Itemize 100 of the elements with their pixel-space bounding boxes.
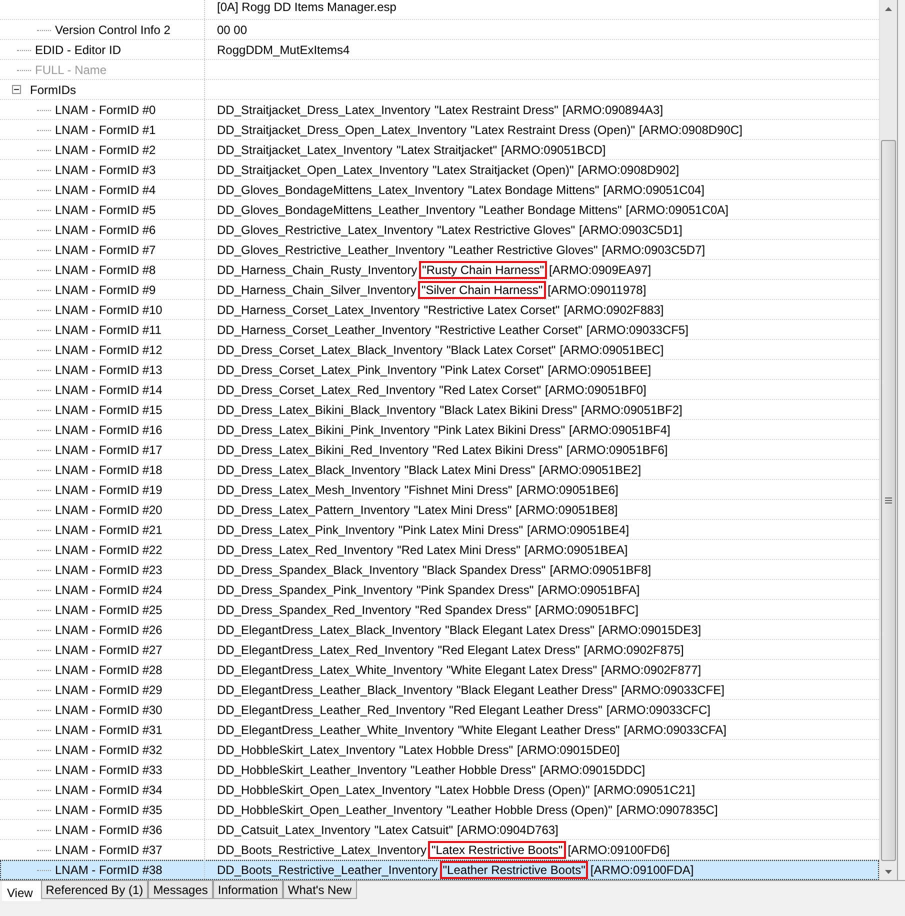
editor-id: DD_Straitjacket_Open_Latex_Inventory [217, 162, 428, 176]
field-label: LNAM - FormID #17 [55, 442, 162, 456]
tree-row[interactable]: LNAM - FormID #35 DD_HobbleSkirt_Open_Leather_Inventory "Leather Hobble Dress (Open)" [ARMO:0907835C] [0, 800, 879, 820]
field-label: LNAM - FormID #23 [55, 562, 162, 576]
tree-row[interactable]: LNAM - FormID #15 DD_Dress_Latex_Bikini_Black_Inventory "Black Latex Bikini Dress" [ARMO:09051BF2] [0, 400, 879, 420]
field-label: LNAM - FormID #33 [55, 762, 162, 776]
tree-row[interactable]: LNAM - FormID #3 DD_Straitjacket_Open_Latex_Inventory "Latex Straitjacket (Open)" [ARMO:0908D902] [0, 160, 879, 180]
item-name: "Leather Restrictive Gloves" [448, 242, 598, 256]
form-reference: [ARMO:09051BE8] [516, 502, 618, 516]
field-label: FormIDs [30, 82, 76, 96]
item-name: "Black Elegant Latex Dress" [445, 622, 594, 636]
tree-row[interactable]: LNAM - FormID #6 DD_Gloves_Restrictive_Latex_Inventory "Latex Restrictive Gloves" [ARMO:0903C5D1] [0, 220, 879, 240]
collapse-icon[interactable] [12, 85, 21, 94]
field-label: LNAM - FormID #16 [55, 422, 162, 436]
tree-row[interactable]: LNAM - FormID #28 DD_ElegantDress_Latex_White_Inventory "White Elegant Latex Dress" [ARMO:0902F877] [0, 660, 879, 680]
editor-id: DD_Gloves_BondageMittens_Leather_Inventory [217, 202, 476, 216]
field-label: LNAM - FormID #28 [55, 662, 162, 676]
tree-row[interactable]: LNAM - FormID #22 DD_Dress_Latex_Red_Inventory "Red Latex Mini Dress" [ARMO:09051BEA] [0, 540, 879, 560]
item-name: "Black Latex Corset" [446, 342, 556, 356]
tab[interactable]: Messages [148, 881, 213, 899]
form-reference: [ARMO:09015DE0] [517, 742, 620, 756]
tree-row[interactable]: LNAM - FormID #38 DD_Boots_Restrictive_Leather_Inventory "Leather Restrictive Boots" [ARMO:09100FDA] [0, 860, 879, 880]
item-name: "Black Latex Mini Dress" [404, 462, 535, 476]
editor-id: DD_Harness_Chain_Silver_Inventory [217, 282, 416, 296]
tree-row[interactable]: LNAM - FormID #17 DD_Dress_Latex_Bikini_Red_Inventory "Red Latex Bikini Dress" [ARMO:09051BF6] [0, 440, 879, 460]
form-reference: [ARMO:0902F877] [601, 662, 702, 676]
form-reference: [ARMO:09051C21] [594, 782, 696, 796]
item-name: "Red Latex Corset" [439, 382, 542, 396]
form-reference: [ARMO:09051BE4] [526, 522, 630, 536]
tree-row[interactable]: LNAM - FormID #18 DD_Dress_Latex_Black_Inventory "Black Latex Mini Dress" [ARMO:09051BE2] [0, 460, 879, 480]
tree-row[interactable]: LNAM - FormID #30 DD_ElegantDress_Leather_Red_Inventory "Red Elegant Leather Dress" [ARMO:09033CFC] [0, 700, 879, 720]
editor-id: DD_ElegantDress_Latex_Red_Inventory [217, 642, 434, 656]
scroll-down-icon[interactable] [885, 870, 892, 874]
tree-row[interactable]: LNAM - FormID #4 DD_Gloves_BondageMittens_Latex_Inventory "Latex Bondage Mittens" [ARMO:09051C04] [0, 180, 879, 200]
tree-row[interactable]: LNAM - FormID #26 DD_ElegantDress_Latex_Black_Inventory "Black Elegant Latex Dress" [ARMO:09015DE3] [0, 620, 879, 640]
editor-id: DD_Gloves_Restrictive_Latex_Inventory [217, 222, 434, 236]
tree-row[interactable]: LNAM - FormID #12 DD_Dress_Corset_Latex_Black_Inventory "Black Latex Corset" [ARMO:09051BEC] [0, 340, 879, 360]
tree-row[interactable]: Version Control Info 2 00 00 [0, 20, 879, 40]
tree-row[interactable]: LNAM - FormID #36 DD_Catsuit_Latex_Inventory "Latex Catsuit" [ARMO:0904D763] [0, 820, 879, 840]
tree-row[interactable]: LNAM - FormID #31 DD_ElegantDress_Leather_White_Inventory "White Elegant Leather Dress" [ARMO:09033CFA] [0, 720, 879, 740]
field-label: LNAM - FormID #1 [55, 122, 156, 136]
editor-id: DD_HobbleSkirt_Latex_Inventory [217, 742, 396, 756]
form-reference: [ARMO:09011978] [548, 282, 646, 296]
field-label: LNAM - FormID #10 [55, 302, 162, 316]
tree-row[interactable]: LNAM - FormID #27 DD_ElegantDress_Latex_Red_Inventory "Red Elegant Latex Dress" [ARMO:0902F875] [0, 640, 879, 660]
field-label: FULL - Name [35, 62, 107, 76]
scrollbar-thumb[interactable] [881, 140, 896, 861]
item-name: "Pink Latex Bikini Dress" [434, 422, 566, 436]
tree-row[interactable]: LNAM - FormID #8 DD_Harness_Chain_Rusty_Inventory "Rusty Chain Harness" [ARMO:0909EA97] [0, 260, 879, 280]
field-label: LNAM - FormID #34 [55, 782, 162, 796]
field-label: LNAM - FormID #32 [55, 742, 162, 756]
editor-id: DD_Straitjacket_Latex_Inventory [217, 142, 392, 156]
tree-row[interactable]: LNAM - FormID #11 DD_Harness_Corset_Leather_Inventory "Restrictive Leather Corset" [ARMO:09033CF5] [0, 320, 879, 340]
editor-id: DD_ElegantDress_Latex_Black_Inventory [217, 622, 442, 636]
form-reference: [ARMO:09033CF5] [586, 322, 688, 336]
item-name: "Latex Restraint Dress (Open)" [470, 122, 636, 136]
tree-row[interactable]: LNAM - FormID #0 DD_Straitjacket_Dress_Latex_Inventory "Latex Restraint Dress" [ARMO:090894A3] [0, 100, 879, 120]
tree-row[interactable]: LNAM - FormID #20 DD_Dress_Latex_Pattern_Inventory "Latex Mini Dress" [ARMO:09051BE8] [0, 500, 879, 520]
highlighted-item-name: "Leather Restrictive Boots" [442, 862, 586, 876]
item-name: "Pink Spandex Dress" [416, 582, 534, 596]
scroll-up-icon[interactable] [885, 6, 892, 10]
editor-id: DD_Harness_Chain_Rusty_Inventory [217, 262, 418, 276]
tree-row[interactable]: LNAM - FormID #14 DD_Dress_Corset_Latex_Red_Inventory "Red Latex Corset" [ARMO:09051BF0] [0, 380, 879, 400]
item-name: "Latex Bondage Mittens" [468, 182, 600, 196]
form-reference: [ARMO:09051BE2] [538, 462, 642, 476]
field-label: LNAM - FormID #11 [55, 322, 162, 336]
tab[interactable]: What's New [282, 881, 357, 899]
tree-row[interactable]: LNAM - FormID #23 DD_Dress_Spandex_Black_Inventory "Black Spandex Dress" [ARMO:09051BF8] [0, 560, 879, 580]
tree-row[interactable]: LNAM - FormID #10 DD_Harness_Corset_Latex_Inventory "Restrictive Latex Corset" [ARMO:0902F883] [0, 300, 879, 320]
tree-row[interactable]: LNAM - FormID #24 DD_Dress_Spandex_Pink_Inventory "Pink Spandex Dress" [ARMO:09051BFA] [0, 580, 879, 600]
item-name: "Latex Mini Dress" [414, 502, 512, 516]
tree-row[interactable]: LNAM - FormID #25 DD_Dress_Spandex_Red_Inventory "Red Spandex Dress" [ARMO:09051BFC] [0, 600, 879, 620]
tree-row[interactable]: LNAM - FormID #32 DD_HobbleSkirt_Latex_Inventory "Latex Hobble Dress" [ARMO:09015DE0] [0, 740, 879, 760]
highlighted-item-name: "Latex Restrictive Boots" [430, 842, 564, 856]
field-label: LNAM - FormID #27 [55, 642, 162, 656]
tree-row[interactable]: LNAM - FormID #33 DD_HobbleSkirt_Leather_Inventory "Leather Hobble Dress" [ARMO:09015DDC] [0, 760, 879, 780]
tree-row[interactable]: LNAM - FormID #7 DD_Gloves_Restrictive_Leather_Inventory "Leather Restrictive Gloves" [ARMO:0903C5D7] [0, 240, 879, 260]
tree-row[interactable]: LNAM - FormID #29 DD_ElegantDress_Leather_Black_Inventory "Black Elegant Leather Dress" [ARMO:09033CFE] [0, 680, 879, 700]
tab[interactable]: Information [212, 881, 283, 899]
tree-row[interactable]: FormIDs [0, 80, 879, 100]
tree-row[interactable]: LNAM - FormID #16 DD_Dress_Latex_Bikini_Pink_Inventory "Pink Latex Bikini Dress" [ARMO:09051BF4] [0, 420, 879, 440]
tree-row[interactable]: LNAM - FormID #9 DD_Harness_Chain_Silver_Inventory "Silver Chain Harness" [ARMO:09011978] [0, 280, 879, 300]
tree-row[interactable]: LNAM - FormID #2 DD_Straitjacket_Latex_Inventory "Latex Straitjacket" [ARMO:09051BCD] [0, 140, 879, 160]
tree-row[interactable]: LNAM - FormID #21 DD_Dress_Latex_Pink_Inventory "Pink Latex Mini Dress" [ARMO:09051BE4] [0, 520, 879, 540]
tab[interactable]: View [2, 881, 41, 901]
tree-row[interactable]: EDID - Editor ID RoggDDM_MutExItems4 [0, 40, 879, 60]
field-label: LNAM - FormID #12 [55, 342, 162, 356]
field-label: Version Control Info 2 [55, 22, 170, 36]
tree-row[interactable]: LNAM - FormID #1 DD_Straitjacket_Dress_Open_Latex_Inventory "Latex Restraint Dress (Open)" [ARMO:0908D90C] [0, 120, 879, 140]
grip-icon [885, 497, 892, 504]
form-reference: [ARMO:09015DDC] [540, 762, 646, 776]
tab[interactable]: Referenced By (1) [40, 881, 148, 899]
tree-row[interactable]: LNAM - FormID #19 DD_Dress_Latex_Mesh_Inventory "Fishnet Mini Dress" [ARMO:09051BE6] [0, 480, 879, 500]
tree-row[interactable]: LNAM - FormID #13 DD_Dress_Corset_Latex_Pink_Inventory "Pink Latex Corset" [ARMO:09051BEE] [0, 360, 879, 380]
item-name: "Leather Hobble Dress (Open)" [446, 802, 612, 816]
tree-row[interactable]: LNAM - FormID #34 DD_HobbleSkirt_Open_Latex_Inventory "Latex Hobble Dress (Open)" [ARMO:09051C21] [0, 780, 879, 800]
item-name: "Latex Restraint Dress" [434, 102, 558, 116]
tree-row[interactable]: LNAM - FormID #5 DD_Gloves_BondageMittens_Leather_Inventory "Leather Bondage Mittens" [ARMO:09051C0A] [0, 200, 879, 220]
item-name: "Restrictive Latex Corset" [424, 302, 560, 316]
form-reference: [ARMO:09033CFE] [621, 682, 724, 696]
